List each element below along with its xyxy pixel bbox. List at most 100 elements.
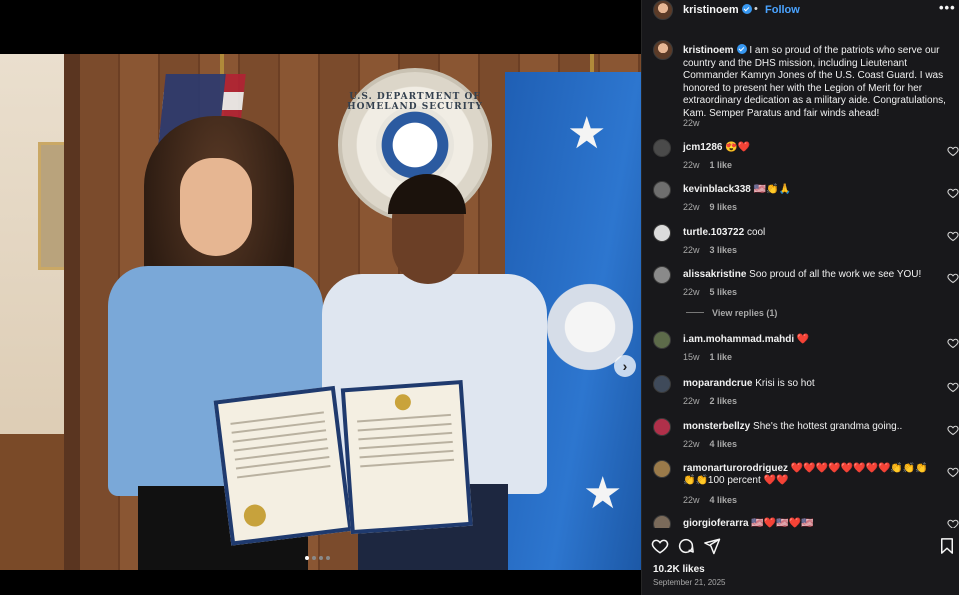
comment-item: kevinblack338 🇺🇸👏🙏 22w 9 likes xyxy=(653,181,959,221)
carousel-dot[interactable] xyxy=(312,556,316,560)
comment-likes[interactable]: 4 likes xyxy=(710,439,738,449)
comment-meta: 22w 4 likes xyxy=(683,495,747,505)
comment-text: giorgioferarra 🇺🇸❤️🇺🇸❤️🇺🇸 xyxy=(683,518,938,528)
comment-time[interactable]: 22w xyxy=(683,396,700,406)
comment-avatar[interactable] xyxy=(653,181,671,199)
comment-likes[interactable]: 1 like xyxy=(710,352,733,362)
caption-avatar[interactable] xyxy=(653,40,673,60)
comment-avatar[interactable] xyxy=(653,515,671,528)
comment-time[interactable]: 22w xyxy=(683,202,700,212)
heart-outline-icon[interactable] xyxy=(947,145,959,157)
comment-item: turtle.103722 cool 22w 3 likes xyxy=(653,224,959,264)
comment-icon[interactable] xyxy=(677,537,695,555)
comment-meta: 22w 4 likes xyxy=(683,439,747,449)
comment-text: kevinblack338 🇺🇸👏🙏 xyxy=(683,184,938,196)
comment-username[interactable]: jcm1286 xyxy=(683,142,722,153)
comment-body: 🇺🇸👏🙏 xyxy=(753,184,791,195)
comment-meta: 22w 5 likes xyxy=(683,287,747,297)
comment-text: alissakristine Soo proud of all the work… xyxy=(683,269,938,281)
comment-username[interactable]: kevinblack338 xyxy=(683,184,751,195)
comment-time[interactable]: 22w xyxy=(683,495,700,505)
author-username[interactable]: kristinoem xyxy=(683,4,752,16)
comment-item: ramonarturorodriguez ❤️❤️❤️❤️❤️❤️❤️❤️👏👏👏… xyxy=(653,460,959,505)
comment-text: moparandcrue Krisi is so hot xyxy=(683,378,938,390)
comment-text: ramonarturorodriguez ❤️❤️❤️❤️❤️❤️❤️❤️👏👏👏… xyxy=(683,463,938,487)
avatar[interactable] xyxy=(653,0,673,20)
comment-likes[interactable]: 2 likes xyxy=(710,396,738,406)
caption-text: kristinoem I am so proud of the patriots… xyxy=(683,44,951,120)
caption-username[interactable]: kristinoem xyxy=(683,45,734,56)
comment-body: Soo proud of all the work we see YOU! xyxy=(749,269,922,280)
comment-avatar[interactable] xyxy=(653,266,671,284)
heart-outline-icon[interactable] xyxy=(947,230,959,242)
carousel-dot-active[interactable] xyxy=(305,556,309,560)
certificate-right-page xyxy=(340,380,473,535)
comment-avatar[interactable] xyxy=(653,139,671,157)
comment-likes[interactable]: 9 likes xyxy=(710,202,738,212)
comment-time[interactable]: 22w xyxy=(683,245,700,255)
likes-count[interactable]: 10.2K likes xyxy=(653,564,705,575)
comment-time[interactable]: 22w xyxy=(683,160,700,170)
heart-icon[interactable] xyxy=(651,537,669,555)
heart-outline-icon[interactable] xyxy=(947,424,959,436)
post-details-panel: kristinoem • Follow ••• kristinoem I am … xyxy=(641,0,959,595)
post-header: kristinoem • Follow ••• xyxy=(642,0,959,20)
next-image-button[interactable]: › xyxy=(614,355,636,377)
share-icon[interactable] xyxy=(703,537,721,555)
comment-item: i.am.mohammad.mahdi ❤️ 15w 1 like xyxy=(653,331,959,371)
comment-username[interactable]: moparandcrue xyxy=(683,378,752,389)
comment-text: turtle.103722 cool xyxy=(683,227,938,239)
comment-body: Krisi is so hot xyxy=(755,378,815,389)
heart-outline-icon[interactable] xyxy=(947,337,959,349)
comment-username[interactable]: monsterbellzy xyxy=(683,421,750,432)
post-photo[interactable]: U.S. DEPARTMENT OF HOMELAND SECURITY ★ ★ xyxy=(0,54,641,570)
comments-scroll-area[interactable]: kristinoem I am so proud of the patriots… xyxy=(642,36,959,528)
carousel-dots xyxy=(305,556,330,560)
action-bar xyxy=(642,533,959,557)
verified-badge-icon xyxy=(736,44,747,54)
comment-time[interactable]: 22w xyxy=(683,287,700,297)
comment-username[interactable]: giorgioferarra xyxy=(683,518,749,528)
certificate-left-page xyxy=(213,385,353,546)
medal-icon xyxy=(394,393,412,411)
comment-text: i.am.mohammad.mahdi ❤️ xyxy=(683,334,938,346)
comment-item: jcm1286 😍❤️ 22w 1 like xyxy=(653,139,959,179)
comment-likes[interactable]: 1 like xyxy=(710,160,733,170)
comment-time[interactable]: 22w xyxy=(683,439,700,449)
heart-outline-icon[interactable] xyxy=(947,272,959,284)
post-media: U.S. DEPARTMENT OF HOMELAND SECURITY ★ ★ xyxy=(0,0,641,595)
view-replies-link[interactable]: View replies (1) xyxy=(686,308,777,318)
comment-meta: 22w 1 like xyxy=(683,160,742,170)
comment-meta: 22w 2 likes xyxy=(683,396,747,406)
comment-likes[interactable]: 3 likes xyxy=(710,245,738,255)
comment-avatar[interactable] xyxy=(653,375,671,393)
comment-username[interactable]: i.am.mohammad.mahdi xyxy=(683,334,794,345)
separator-dot: • xyxy=(754,3,758,15)
comment-username[interactable]: alissakristine xyxy=(683,269,746,280)
comment-body: 🇺🇸❤️🇺🇸❤️🇺🇸 xyxy=(751,518,814,528)
comment-avatar[interactable] xyxy=(653,331,671,349)
comment-item: giorgioferarra 🇺🇸❤️🇺🇸❤️🇺🇸 xyxy=(653,515,959,528)
comment-avatar[interactable] xyxy=(653,460,671,478)
heart-outline-icon[interactable] xyxy=(947,187,959,199)
comment-likes[interactable]: 4 likes xyxy=(710,495,738,505)
comment-item: moparandcrue Krisi is so hot 22w 2 likes xyxy=(653,375,959,415)
comment-likes[interactable]: 5 likes xyxy=(710,287,738,297)
comment-time[interactable]: 15w xyxy=(683,352,700,362)
heart-outline-icon[interactable] xyxy=(947,466,959,478)
comment-body: cool xyxy=(746,227,766,238)
heart-outline-icon[interactable] xyxy=(947,518,959,528)
gold-seal xyxy=(242,503,268,528)
caption-time[interactable]: 22w xyxy=(683,118,700,128)
comment-username[interactable]: ramonarturorodriguez xyxy=(683,463,788,474)
carousel-dot[interactable] xyxy=(319,556,323,560)
comment-username[interactable]: turtle.103722 xyxy=(683,227,744,238)
comment-avatar[interactable] xyxy=(653,224,671,242)
more-options-icon[interactable]: ••• xyxy=(939,0,956,15)
carousel-dot[interactable] xyxy=(326,556,330,560)
heart-outline-icon[interactable] xyxy=(947,381,959,393)
follow-button[interactable]: Follow xyxy=(765,4,800,16)
comment-avatar[interactable] xyxy=(653,418,671,436)
comment-text: monsterbellzy She's the hottest grandma … xyxy=(683,421,938,433)
bookmark-icon[interactable] xyxy=(938,537,956,555)
